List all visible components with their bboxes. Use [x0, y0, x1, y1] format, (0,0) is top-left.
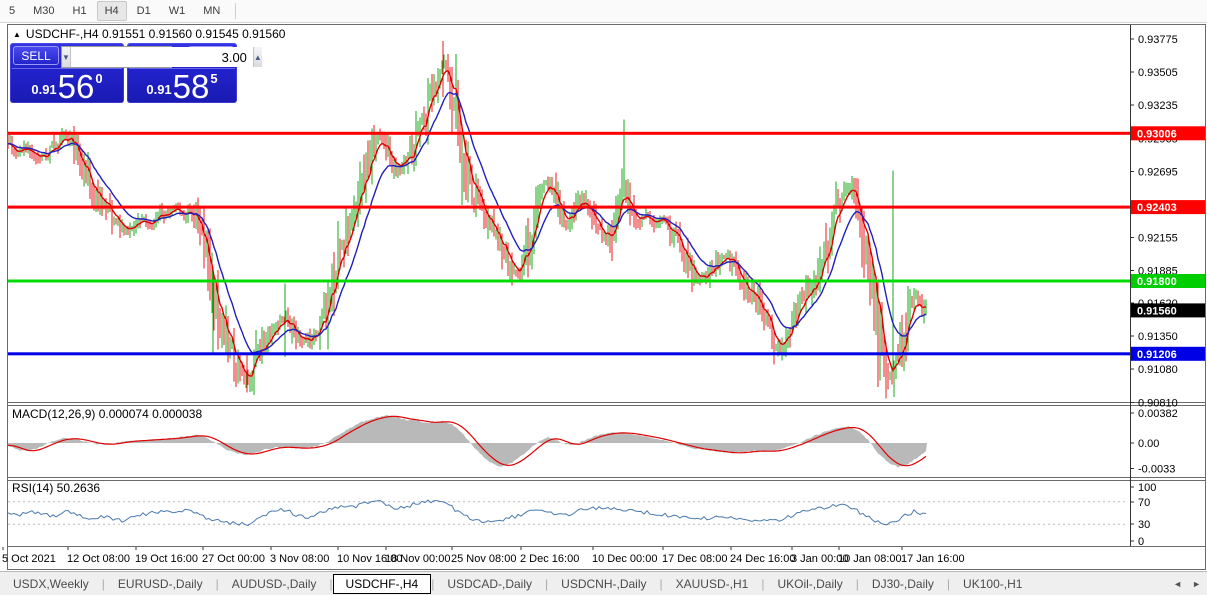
price-level-badge: 0.92403	[1131, 200, 1205, 214]
price-level-badge: 0.91800	[1131, 274, 1205, 288]
time-axis-label: 25 Nov 08:00	[451, 553, 516, 565]
chart-frame	[7, 25, 1206, 570]
rsi-axis-tick: 0	[1138, 536, 1144, 548]
symbol-tab-XAUUSD-H1[interactable]: XAUUSD-,H1	[663, 574, 762, 594]
symbol-tab-USDX-Weekly[interactable]: USDX,Weekly	[0, 574, 102, 594]
macd-axis-tick: 0.00382	[1138, 408, 1178, 420]
price-axis-tick: 0.91080	[1138, 364, 1178, 376]
timeframe-button-D1[interactable]: D1	[129, 1, 159, 21]
toolbar-separator	[235, 3, 236, 19]
price-axis-tick: 0.93775	[1138, 34, 1178, 46]
symbol-tab-UKOil-Daily[interactable]: UKOil-,Daily	[764, 574, 855, 594]
price-axis-tick: 0.91350	[1138, 331, 1178, 343]
bid-big-digits: 56	[58, 72, 95, 102]
time-axis-label: 12 Oct 08:00	[67, 553, 130, 565]
macd-axis-tick: 0.00	[1138, 438, 1159, 450]
collapse-icon[interactable]: ▲	[13, 30, 21, 39]
time-axis: 5 Oct 2021 12 Oct 08:00 19 Oct 16:00 27 Oct…	[2, 547, 965, 565]
volume-decrease-button[interactable]: ▼	[62, 47, 71, 67]
rsi-axis-tick: 30	[1138, 519, 1150, 531]
price-level-badge: 0.93006	[1131, 126, 1205, 140]
rsi-indicator-label: RSI(14) 50.2636	[12, 481, 100, 495]
horizontal-level-line[interactable]	[7, 206, 1130, 209]
symbol-tab-USDCHF-H4[interactable]: USDCHF-,H4	[333, 574, 432, 594]
ask-price: 0.91 58 5	[127, 70, 237, 102]
timeframe-button-H4[interactable]: H4	[97, 1, 127, 21]
rsi-pane[interactable]	[8, 500, 1128, 525]
svg-text:0.91560: 0.91560	[1137, 305, 1177, 317]
time-axis-label: 10 Jan 08:00	[838, 553, 902, 565]
timeframe-button-5[interactable]: 5	[1, 1, 23, 21]
timeframe-button-W1[interactable]: W1	[161, 1, 194, 21]
macd-pane[interactable]	[8, 415, 927, 468]
time-axis-label: 2 Dec 16:00	[520, 553, 579, 565]
price-level-badge: 0.91206	[1131, 347, 1205, 361]
arrow-up-icon: ▲	[254, 53, 262, 62]
timeframe-button-M30[interactable]: M30	[25, 1, 62, 21]
volume-stepper: ▼ ▲	[61, 46, 172, 68]
ask-big-digits: 58	[173, 72, 210, 102]
time-axis-label: 24 Dec 16:00	[730, 553, 795, 565]
time-axis-label: 10 Dec 00:00	[592, 553, 657, 565]
tab-scroll-left-icon[interactable]: ◄	[1173, 579, 1182, 589]
svg-text:0.92403: 0.92403	[1137, 202, 1177, 214]
volume-increase-button[interactable]: ▲	[253, 47, 262, 67]
price-chart-canvas[interactable]: 0.937750.935050.932350.929650.926950.924…	[0, 23, 1207, 571]
svg-text:0.91206: 0.91206	[1137, 349, 1177, 361]
chart-header: ▲ USDCHF-,H4 0.91551 0.91560 0.91545 0.91…	[13, 27, 285, 41]
rsi-axis-tick: 100	[1138, 482, 1156, 494]
sell-button[interactable]: SELL	[13, 46, 59, 65]
symbol-tab-USDCAD-Daily[interactable]: USDCAD-,Daily	[434, 574, 545, 594]
bid-sup-digit: 0	[95, 71, 102, 86]
bid-prefix: 0.91	[31, 82, 56, 97]
price-level-badge: 0.91560	[1131, 303, 1205, 317]
tab-scroll-arrows: ◄►	[1173, 579, 1201, 589]
svg-text:0.91800: 0.91800	[1137, 276, 1177, 288]
macd-histogram	[8, 415, 927, 468]
time-axis-label: 3 Nov 08:00	[270, 553, 329, 565]
symbol-tab-DJ30-Daily[interactable]: DJ30-,Daily	[859, 574, 947, 594]
time-axis-label: 17 Dec 08:00	[662, 553, 727, 565]
price-axis-tick: 0.93235	[1138, 100, 1178, 112]
horizontal-level-line[interactable]	[7, 132, 1130, 135]
symbol-tab-EURUSD-Daily[interactable]: EURUSD-,Daily	[105, 574, 216, 594]
symbol-tabbar: USDX,Weekly|EURUSD-,Daily|AUDUSD-,Daily|…	[0, 571, 1207, 595]
tab-scroll-right-icon[interactable]: ►	[1192, 579, 1201, 589]
timeframe-toolbar: 5M30H1H4D1W1MN	[0, 0, 1207, 23]
macd-indicator-label: MACD(12,26,9) 0.000074 0.000038	[12, 407, 202, 421]
svg-text:0.93006: 0.93006	[1137, 128, 1177, 140]
rsi-axis-tick: 70	[1138, 497, 1150, 509]
timeframe-button-MN[interactable]: MN	[195, 1, 228, 21]
horizontal-level-line[interactable]	[7, 352, 1130, 355]
time-axis-label: 18 Nov 00:00	[385, 553, 450, 565]
volume-input[interactable]	[71, 47, 253, 67]
timeframe-button-H1[interactable]: H1	[65, 1, 95, 21]
rsi-line	[8, 500, 926, 525]
bid-price: 0.91 56 0	[10, 70, 124, 102]
price-axis: 0.937750.935050.932350.929650.926950.924…	[1130, 34, 1205, 548]
symbol-tab-USDCNH-Daily[interactable]: USDCNH-,Daily	[548, 574, 659, 594]
chart-ohlc-values: 0.91551 0.91560 0.91545 0.91560	[102, 27, 286, 41]
arrow-down-icon: ▼	[62, 53, 70, 62]
ask-prefix: 0.91	[146, 82, 171, 97]
time-axis-label: 19 Oct 16:00	[135, 553, 198, 565]
symbol-tab-AUDUSD-Daily[interactable]: AUDUSD-,Daily	[219, 574, 330, 594]
price-axis-tick: 0.93505	[1138, 67, 1178, 79]
time-axis-label: 5 Oct 2021	[2, 553, 56, 565]
chart-symbol-label: USDCHF-,H4	[26, 27, 99, 41]
horizontal-level-line[interactable]	[7, 280, 1130, 283]
price-axis-tick: 0.92695	[1138, 166, 1178, 178]
macd-axis-tick: -0.0033	[1138, 464, 1175, 476]
price-axis-tick: 0.92155	[1138, 233, 1178, 245]
symbol-tab-UK100-H1[interactable]: UK100-,H1	[950, 574, 1035, 594]
ask-sup-digit: 5	[210, 71, 217, 86]
time-axis-label: 17 Jan 16:00	[901, 553, 965, 565]
time-axis-label: 27 Oct 00:00	[202, 553, 265, 565]
